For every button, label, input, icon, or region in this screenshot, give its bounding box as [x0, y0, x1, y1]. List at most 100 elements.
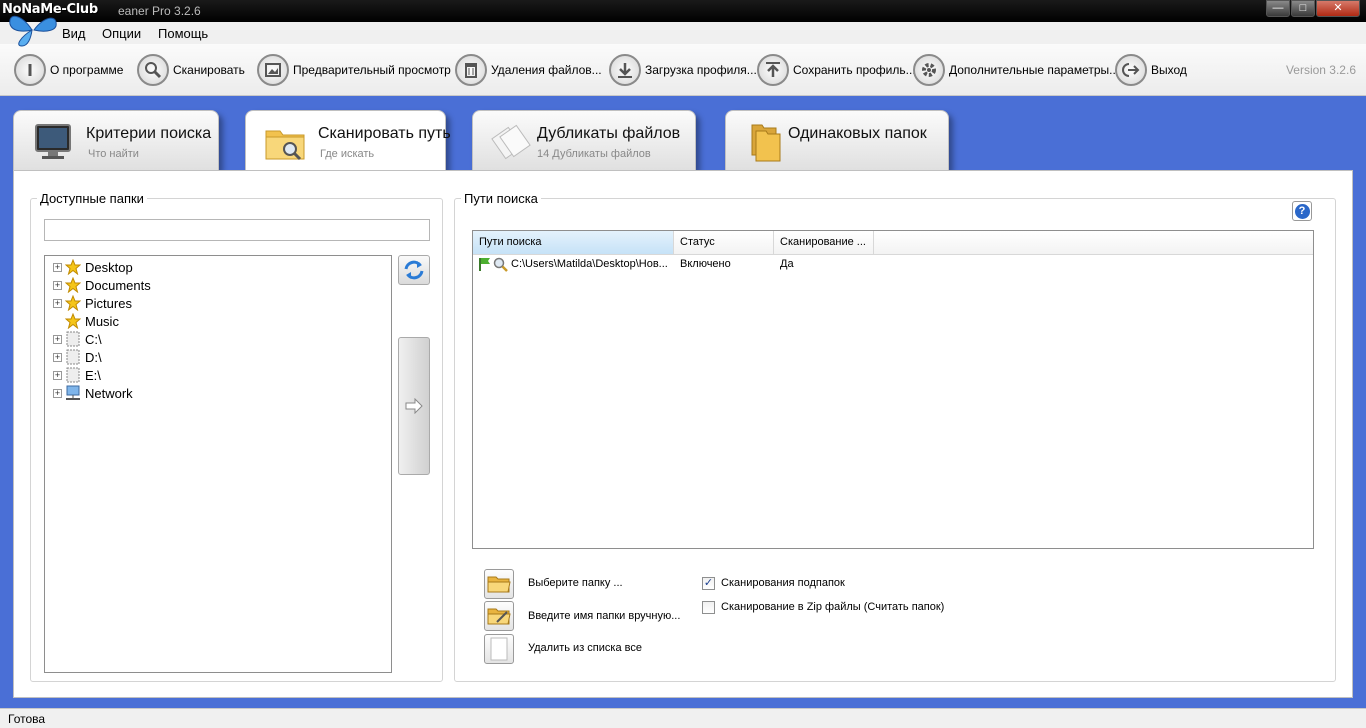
help-button[interactable]: ?	[1292, 201, 1312, 221]
expand-icon[interactable]: +	[53, 280, 62, 290]
exit-button[interactable]: Выход	[1115, 53, 1187, 87]
tree-item-drive-d[interactable]: + D:\	[53, 348, 102, 366]
load-profile-button[interactable]: Загрузка профиля...	[609, 53, 757, 87]
tree-item-documents[interactable]: + Documents	[53, 276, 151, 294]
save-profile-button[interactable]: Сохранить профиль...	[757, 53, 916, 87]
expand-icon[interactable]: +	[53, 334, 62, 344]
version-label: Version 3.2.6	[1285, 63, 1356, 77]
clear-list-label[interactable]: Удалить из списка все	[528, 642, 642, 654]
flag-icon	[479, 258, 490, 271]
tree-item-drive-e[interactable]: + E:\	[53, 366, 101, 384]
table-row[interactable]: C:\Users\Matilda\Desktop\Нов... Включено…	[473, 255, 1313, 275]
delete-files-button[interactable]: Удаления файлов...	[455, 53, 602, 87]
tab-subtitle: Что найти	[88, 148, 139, 160]
table-header: Пути поиска Статус Сканирование ...	[473, 231, 1313, 255]
scan-subfolders-label[interactable]: Сканирования подпапок	[721, 577, 845, 589]
magnifier-icon	[493, 257, 508, 272]
tree-item-label: Desktop	[85, 259, 133, 275]
drive-icon	[64, 366, 82, 384]
menu-help[interactable]: Помощь	[158, 26, 208, 41]
star-icon	[64, 294, 82, 312]
minimize-button[interactable]: —	[1266, 0, 1290, 17]
maximize-button[interactable]: □	[1291, 0, 1315, 17]
clear-list-button[interactable]	[484, 634, 514, 664]
refresh-button[interactable]	[398, 255, 430, 285]
expand-icon[interactable]: +	[53, 352, 62, 362]
folder-search-icon	[265, 130, 305, 161]
drive-icon	[64, 348, 82, 366]
expand-icon[interactable]: +	[53, 370, 62, 380]
about-button[interactable]: О программе	[14, 53, 123, 87]
tree-item-label: C:\	[85, 331, 102, 347]
advanced-settings-button[interactable]: Дополнительные параметры...	[913, 53, 1119, 87]
menu-options[interactable]: Опции	[102, 26, 141, 41]
network-icon	[64, 384, 82, 402]
column-header-status[interactable]: Статус	[674, 231, 774, 254]
close-button[interactable]: ✕	[1316, 0, 1360, 17]
tree-item-pictures[interactable]: + Pictures	[53, 294, 132, 312]
tree-item-desktop[interactable]: + Desktop	[53, 258, 133, 276]
load-profile-label: Загрузка профиля...	[645, 63, 757, 77]
tab-title: Одинаковых папок	[788, 125, 927, 142]
add-path-button[interactable]	[398, 337, 430, 475]
preview-label: Предварительный просмотр	[293, 63, 451, 77]
tree-item-network[interactable]: + Network	[53, 384, 133, 402]
tree-item-music[interactable]: Music	[53, 312, 119, 330]
clear-list-icon	[490, 637, 508, 661]
tab-title: Критерии поиска	[86, 125, 212, 142]
row-path: C:\Users\Matilda\Desktop\Нов...	[511, 258, 668, 270]
upload-icon	[757, 54, 789, 86]
folder-path-input[interactable]	[44, 219, 430, 241]
menu-view[interactable]: Вид	[62, 26, 86, 41]
tree-item-label: Music	[85, 313, 119, 329]
star-icon	[64, 312, 82, 330]
tab-scan-path[interactable]: Сканировать путь Где искать	[245, 110, 451, 172]
scan-subfolders-checkbox[interactable]: ✓	[702, 577, 715, 590]
tree-item-label: E:\	[85, 367, 101, 383]
tab-subtitle: Где искать	[320, 148, 375, 160]
drive-icon	[64, 330, 82, 348]
exit-label: Выход	[1151, 63, 1187, 77]
folder-edit-icon	[487, 608, 511, 625]
monitor-icon	[35, 124, 71, 159]
preview-icon	[257, 54, 289, 86]
tab-search-criteria[interactable]: Критерии поиска Что найти	[13, 110, 219, 170]
status-text: Готова	[8, 712, 46, 726]
tree-item-drive-c[interactable]: + C:\	[53, 330, 102, 348]
trash-icon	[455, 54, 487, 86]
expand-icon[interactable]: +	[53, 262, 62, 272]
folder-tree[interactable]: + Desktop + Documents + Pictures Music +…	[44, 255, 392, 673]
scan-button[interactable]: Сканировать	[137, 53, 245, 87]
available-folders-label: Доступные папки	[37, 191, 147, 206]
tree-item-label: Pictures	[85, 295, 132, 311]
choose-folder-button[interactable]	[484, 569, 514, 599]
search-paths-table[interactable]: Пути поиска Статус Сканирование ... C:\U…	[472, 230, 1314, 549]
column-header-scan[interactable]: Сканирование ...	[774, 231, 874, 254]
refresh-icon	[404, 260, 424, 280]
about-label: О программе	[50, 63, 124, 77]
tab-subtitle: 14 Дубликаты файлов	[537, 148, 651, 160]
tab-duplicate-files[interactable]: Дубликаты файлов 14 Дубликаты файлов	[472, 110, 696, 170]
enter-folder-name-label[interactable]: Введите имя папки вручную...	[528, 610, 680, 622]
save-profile-label: Сохранить профиль...	[793, 63, 916, 77]
expand-icon[interactable]: +	[53, 388, 62, 398]
folders-icon	[751, 124, 781, 162]
question-icon: ?	[1294, 203, 1310, 219]
column-header-path[interactable]: Пути поиска	[473, 231, 674, 254]
tab-same-folders[interactable]: Одинаковых папок	[725, 110, 949, 170]
scan-zip-checkbox[interactable]	[702, 601, 715, 614]
preview-button[interactable]: Предварительный просмотр	[257, 53, 451, 87]
delete-files-label: Удаления файлов...	[491, 63, 602, 77]
duplicate-files-icon	[491, 124, 531, 160]
butterfly-logo-icon	[9, 15, 57, 47]
scan-zip-label[interactable]: Сканирование в Zip файлы (Считать папок)	[721, 601, 944, 613]
advanced-settings-label: Дополнительные параметры...	[949, 63, 1120, 77]
expand-icon[interactable]: +	[53, 298, 62, 308]
tree-item-label: D:\	[85, 349, 102, 365]
choose-folder-label[interactable]: Выберите папку ...	[528, 577, 623, 589]
toolbar: О программе Сканировать Предварительный …	[0, 44, 1366, 96]
tree-item-label: Network	[85, 385, 133, 401]
tab-title: Сканировать путь	[318, 125, 451, 142]
title-bar: eaner Pro 3.2.6 NoNaMe-Club — □ ✕	[0, 0, 1366, 22]
enter-folder-name-button[interactable]	[484, 601, 514, 631]
